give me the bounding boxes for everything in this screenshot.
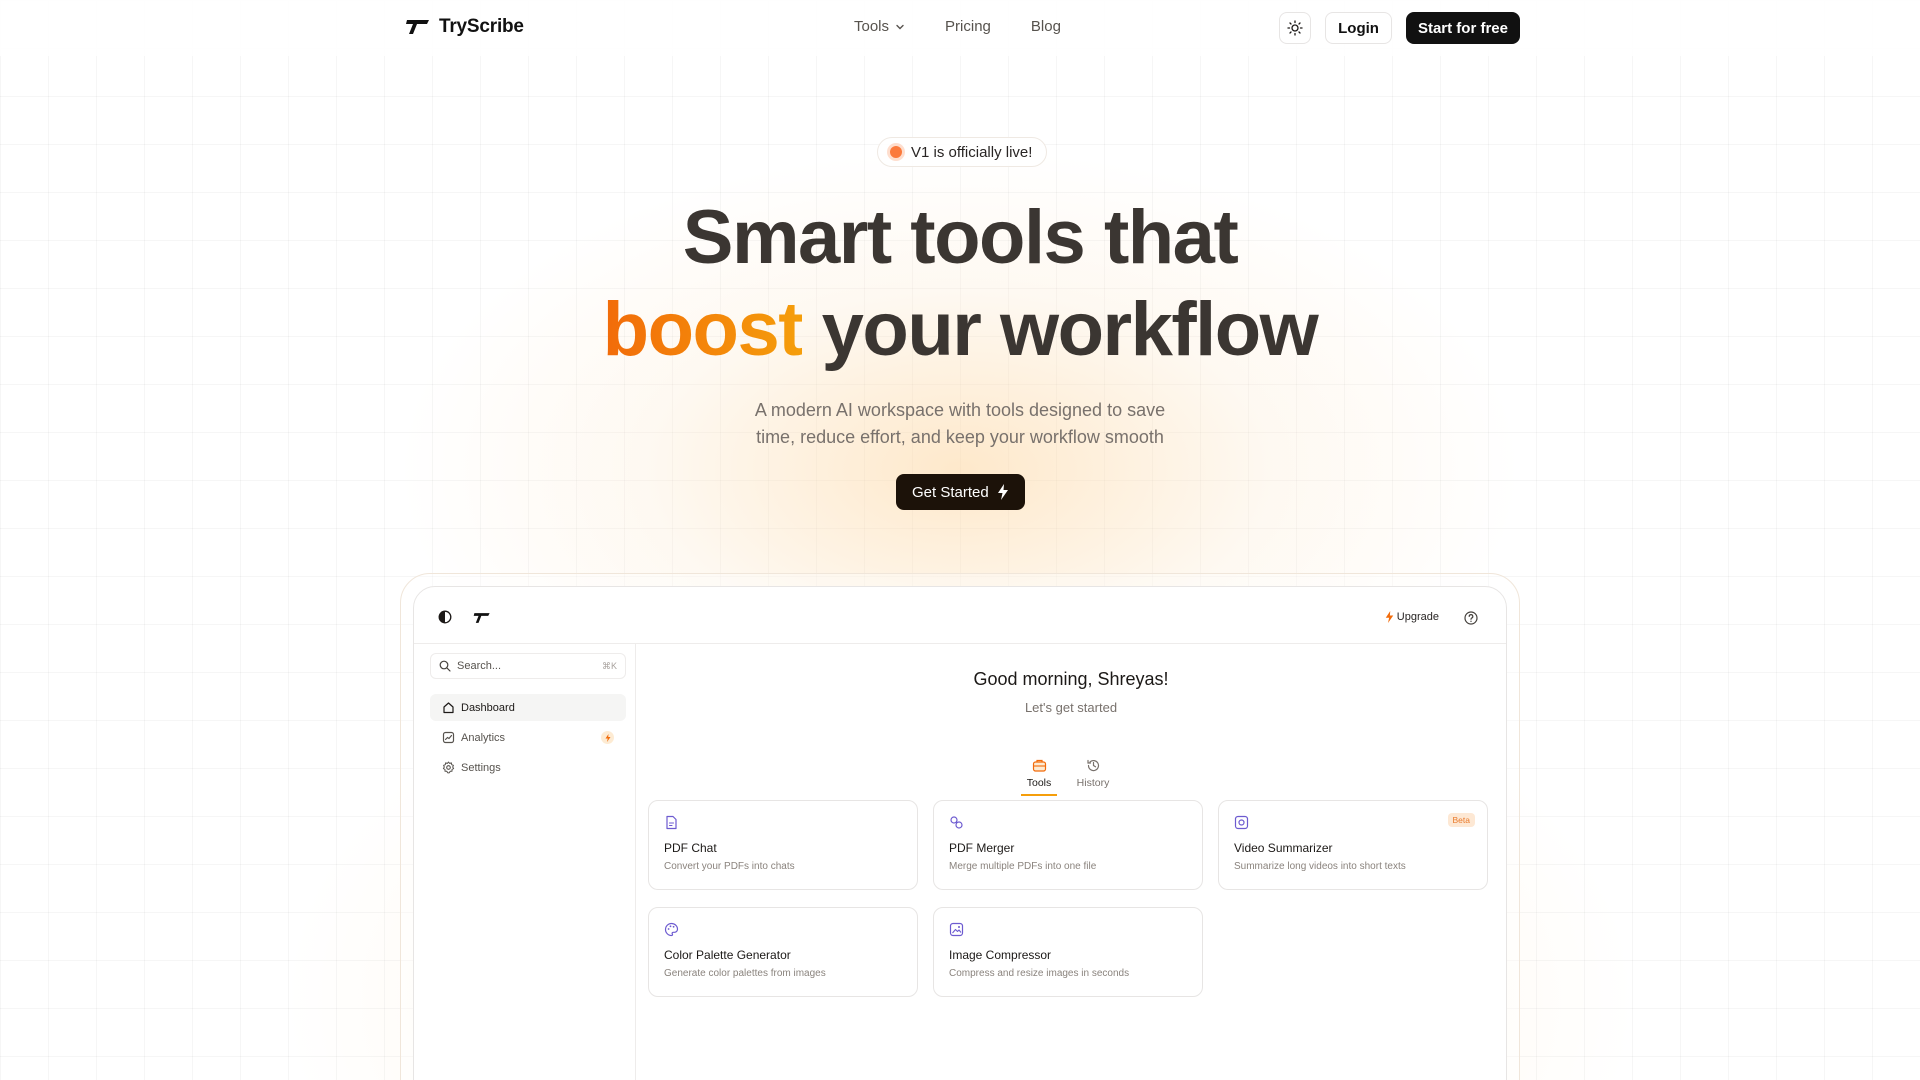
sidebar-item-label: Settings: [461, 761, 501, 774]
hero-title-line1: Smart tools that: [682, 195, 1239, 280]
nav-actions: Login Start for free: [1279, 12, 1520, 44]
sun-icon: [1287, 20, 1303, 36]
home-icon: [443, 702, 454, 714]
tab-label: History: [1076, 777, 1110, 789]
lightning-icon: [1385, 611, 1394, 623]
nav-link-label: Tools: [854, 18, 890, 35]
lightning-icon: [605, 733, 610, 742]
greeting-subtitle: Let's get started: [1024, 700, 1118, 715]
badge-text: V1 is officially live!: [911, 143, 1033, 161]
tool-card-desc: Convert your PDFs into chats: [664, 861, 795, 872]
lightning-icon: [997, 484, 1008, 500]
tab-tools[interactable]: Tools: [1021, 758, 1057, 796]
sidebar-item-label: Analytics: [461, 731, 506, 744]
app-sidebar: Search... ⌘K Dashboard Analytics Setting…: [414, 644, 636, 1080]
tool-card-pdf-merger[interactable]: PDF Merger Merge multiple PDFs into one …: [933, 800, 1203, 890]
sidebar-item-settings[interactable]: Settings: [430, 754, 626, 781]
hero-subtitle-line2: time, reduce effort, and keep your workf…: [756, 427, 1164, 447]
cta-label: Get Started: [912, 483, 989, 501]
upgrade-button[interactable]: Upgrade: [1385, 611, 1439, 623]
brand-logo-icon: [406, 20, 429, 34]
start-for-free-button[interactable]: Start for free: [1405, 12, 1520, 44]
hero-title-accent: boost: [602, 287, 804, 372]
tab-label: Tools: [1026, 777, 1052, 789]
search-placeholder: Search...: [457, 660, 502, 672]
tool-card-desc: Generate color palettes from images: [664, 968, 826, 979]
image-icon: [949, 922, 964, 937]
main-tabs: Tools History: [1021, 758, 1111, 796]
pdf-chat-icon: [666, 815, 677, 830]
pdf-merge-icon: [950, 816, 963, 829]
sidebar-item-analytics[interactable]: Analytics: [430, 724, 626, 751]
hero-subtitle-line1: A modern AI workspace with tools designe…: [754, 400, 1166, 420]
app-logo-icon: [473, 613, 490, 623]
tool-card-title: Video Summarizer: [1234, 841, 1333, 855]
tool-card-pdf-chat[interactable]: PDF Chat Convert your PDFs into chats: [648, 800, 918, 890]
hero-title-rest: your workflow: [802, 287, 1319, 372]
announcement-badge[interactable]: V1 is officially live!: [877, 137, 1048, 167]
video-icon: [1234, 815, 1249, 830]
greeting-title: Good morning, Shreyas!: [973, 669, 1169, 689]
top-nav: TryScribe Tools Pricing Blog Login Start…: [0, 0, 1920, 56]
brand-name: TryScribe: [439, 16, 524, 37]
login-button[interactable]: Login: [1325, 12, 1392, 44]
get-started-button[interactable]: Get Started: [896, 474, 1025, 510]
theme-toggle-button[interactable]: [1279, 12, 1312, 44]
search-shortcut: ⌘K: [601, 660, 617, 671]
briefcase-icon: [1032, 759, 1046, 772]
app-main: Good morning, Shreyas! Let's get started…: [636, 644, 1506, 1080]
hero-subtitle: A modern AI workspace with tools designe…: [0, 397, 1920, 451]
palette-icon: [664, 922, 679, 937]
app-preview: Upgrade Search... ⌘K Dashboard Analytics…: [413, 586, 1507, 1080]
tool-card-title: PDF Chat: [664, 841, 717, 855]
nav-link-tools[interactable]: Tools: [854, 18, 905, 35]
sidebar-toggle-icon[interactable]: [438, 610, 452, 624]
chart-icon: [442, 731, 455, 744]
hero-title-line2: boost your workflow: [0, 285, 1920, 375]
tool-card-desc: Compress and resize images in seconds: [949, 968, 1130, 979]
nav-link-blog[interactable]: Blog: [1031, 18, 1061, 35]
gear-icon: [442, 761, 455, 774]
upgrade-label: Upgrade: [1396, 611, 1439, 623]
tool-card-desc: Merge multiple PDFs into one file: [949, 861, 1097, 872]
search-icon: [439, 660, 451, 672]
tab-history[interactable]: History: [1075, 758, 1111, 796]
sidebar-item-dashboard[interactable]: Dashboard: [430, 694, 626, 721]
tool-card-title: Color Palette Generator: [664, 948, 791, 962]
tool-card-desc: Summarize long videos into short texts: [1234, 861, 1406, 872]
pro-badge: [601, 731, 614, 744]
tool-card-video-summarizer[interactable]: Beta Video Summarizer Summarize long vid…: [1218, 800, 1488, 890]
sidebar-item-label: Dashboard: [461, 701, 515, 714]
search-input[interactable]: Search... ⌘K: [430, 653, 626, 679]
brand-logo-link[interactable]: TryScribe: [405, 16, 524, 38]
tool-card-color-palette[interactable]: Color Palette Generator Generate color p…: [648, 907, 918, 997]
tool-card-image-compressor[interactable]: Image Compressor Compress and resize ima…: [933, 907, 1203, 997]
tool-card-title: Image Compressor: [949, 948, 1052, 962]
history-icon: [1086, 759, 1099, 772]
status-dot-icon: [890, 146, 902, 158]
help-icon[interactable]: [1464, 611, 1478, 625]
chevron-down-icon: [896, 24, 904, 29]
nav-links: Tools Pricing Blog: [854, 18, 1061, 35]
nav-link-pricing[interactable]: Pricing: [945, 18, 991, 35]
tool-card-title: PDF Merger: [949, 841, 1015, 855]
app-topbar: Upgrade: [414, 587, 1506, 644]
beta-badge: Beta: [1447, 813, 1475, 827]
